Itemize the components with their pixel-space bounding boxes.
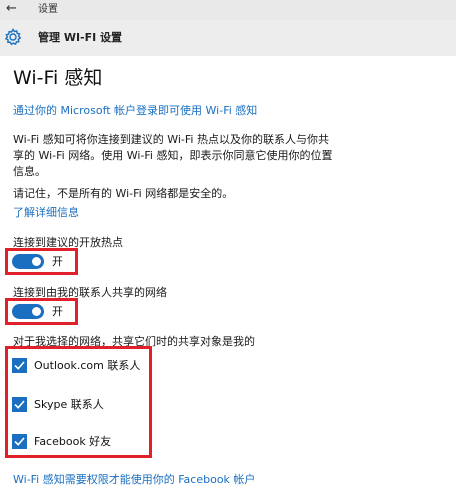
checkmark-icon: [14, 437, 25, 446]
facebook-permission-link[interactable]: Wi-Fi 感知需要权限才能使用你的 Facebook 帐户: [13, 472, 255, 488]
checkbox-label: Skype 联系人: [34, 398, 104, 411]
gear-icon: [4, 28, 22, 46]
checkbox-label: Facebook 好友: [34, 435, 112, 448]
checkbox[interactable]: [12, 358, 27, 373]
description-line-1: Wi-Fi 感知可将你连接到建议的 Wi-Fi 热点以及你的联系人与你共: [13, 133, 329, 146]
window-title: 设置: [38, 4, 58, 15]
security-note: 请记住，不是所有的 Wi-Fi 网络都是安全的。: [13, 187, 234, 200]
section-heading: Wi-Fi 感知: [13, 67, 103, 89]
checkbox[interactable]: [12, 434, 27, 449]
description-line-3: 信息。: [13, 165, 46, 178]
title-bar: ← 设置: [0, 0, 456, 20]
checkmark-icon: [14, 361, 25, 370]
toggle-state-label: 开: [52, 305, 63, 318]
checkbox-label: Outlook.com 联系人: [34, 359, 141, 372]
toggle-knob: [32, 257, 41, 266]
back-arrow-icon[interactable]: ←: [6, 1, 17, 17]
toggle-state-label: 开: [52, 255, 63, 268]
checkbox[interactable]: [12, 397, 27, 412]
description-line-2: 享的 Wi-Fi 网络。使用 Wi-Fi 感知，即表示你同意它使用你的位置: [13, 149, 333, 162]
learn-more-link[interactable]: 了解详细信息: [13, 205, 79, 221]
toggle-knob: [32, 307, 41, 316]
page-title: 管理 WI-FI 设置: [38, 31, 123, 44]
toggle-switch[interactable]: [12, 254, 44, 269]
microsoft-signin-link[interactable]: 通过你的 Microsoft 帐户登录即可使用 Wi-Fi 感知: [13, 103, 257, 119]
toggle-switch[interactable]: [12, 304, 44, 319]
checkmark-icon: [14, 400, 25, 409]
